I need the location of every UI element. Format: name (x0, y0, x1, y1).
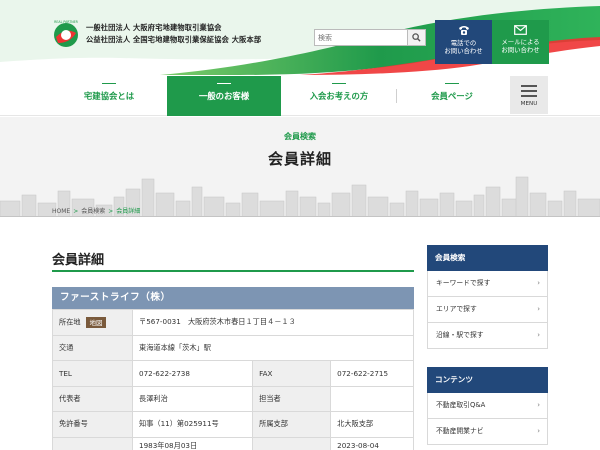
search-input[interactable] (315, 30, 407, 45)
address-label: 所在地 (59, 317, 81, 327)
date2-value: 2023-08-04 (330, 436, 414, 450)
sidebar-item-keyword[interactable]: キーワードで探す › (427, 271, 548, 297)
mail-contact-line1: メールによる (501, 38, 540, 46)
nav-item-member-page[interactable]: 会員ページ (397, 76, 507, 116)
license-value: 知事（11）第025911号 (131, 411, 254, 438)
table-row: 代表者 長澤利治 担当者 (52, 385, 414, 412)
contact-person-label: 担当者 (252, 385, 332, 412)
nav-tick-icon (217, 80, 231, 84)
breadcrumb: HOME > 会員検索 > 会員詳細 (52, 206, 140, 215)
table-cell-label: 所在地 地図 (52, 309, 133, 336)
mail-icon (514, 25, 527, 35)
org-name-line1: 一般社団法人 大阪府宅地建物取引業協会 (86, 23, 222, 32)
table-row: 所在地 地図 〒567-0031 大阪府茨木市春日１丁目４－１３ (52, 309, 414, 336)
branch-value: 北大阪支部 (330, 411, 414, 438)
map-button[interactable]: 地図 (85, 316, 107, 328)
menu-button[interactable]: MENU (510, 76, 548, 114)
table-row: 交通 東海道本線「茨木」駅 (52, 334, 414, 361)
page-title: 会員詳細 (267, 150, 332, 168)
company-name: ファーストライフ（株） (52, 287, 414, 309)
page-hero: 会員検索 会員詳細 (0, 117, 600, 217)
chevron-right-icon: › (537, 401, 540, 409)
hero-subtitle: 会員検索 (284, 132, 316, 141)
sidebar-item-label: 不動産開業ナビ (436, 427, 484, 435)
date-label (52, 436, 133, 450)
date-value: 1983年08月03日 (131, 436, 254, 450)
org-name-line2: 公益社団法人 全国宅地建物取引業保証協会 大阪本部 (86, 35, 262, 44)
phone-contact-line1: 電話での (450, 39, 477, 47)
association-logo: REAL PARTNER (54, 20, 79, 47)
logo-text: REAL PARTNER (54, 20, 78, 24)
phone-icon (458, 26, 469, 35)
sidebar-item-label: 沿線・駅で探す (436, 331, 484, 339)
sidebar-item-qa[interactable]: 不動産取引Q&A › (427, 393, 548, 419)
representative-value: 長澤利治 (131, 385, 254, 412)
nav-tick-icon (332, 80, 346, 84)
access-value: 東海道本線「茨木」駅 (132, 334, 414, 361)
sidebar-item-label: 不動産取引Q&A (436, 401, 486, 409)
breadcrumb-home[interactable]: HOME (52, 208, 70, 215)
hamburger-bar (521, 89, 537, 92)
breadcrumb-member-search[interactable]: 会員検索 (81, 208, 105, 215)
nav-item-label: 一般のお客様 (198, 91, 250, 101)
sidebar-item-business-navi[interactable]: 不動産開業ナビ › (427, 419, 548, 445)
breadcrumb-separator: > (73, 208, 79, 215)
site-header: REAL PARTNER 一般社団法人 大阪府宅地建物取引業協会 公益社団法人 … (0, 0, 600, 75)
contact-person-value (330, 385, 414, 412)
phone-contact-button[interactable]: 電話での お問い合わせ (435, 20, 492, 64)
member-detail-table: 所在地 地図 〒567-0031 大阪府茨木市春日１丁目４－１３ 交通 東海道本線… (52, 309, 414, 450)
sidebar-item-label: キーワードで探す (436, 279, 491, 287)
sidebar-member-search-heading: 会員検索 (427, 245, 548, 271)
mail-contact-button[interactable]: メールによる お問い合わせ (492, 20, 549, 64)
table-row: 免許番号 知事（11）第025911号 所属支部 北大阪支部 (52, 411, 414, 438)
license-label: 免許番号 (52, 411, 133, 438)
nav-item-general-customers[interactable]: 一般のお客様 (167, 76, 281, 116)
chevron-right-icon: › (537, 427, 540, 435)
nav-item-about[interactable]: 宅建協会とは (52, 76, 166, 116)
nav-item-label: 入会お考えの方 (309, 91, 369, 101)
access-label: 交通 (52, 334, 133, 361)
nav-item-label: 宅建協会とは (83, 91, 135, 101)
nav-tick-icon (445, 80, 459, 84)
breadcrumb-separator: > (108, 208, 114, 215)
chevron-right-icon: › (537, 305, 540, 313)
table-row: 1983年08月03日 2023-08-04 (52, 436, 414, 450)
chevron-right-icon: › (537, 331, 540, 339)
mail-contact-line2: お問い合わせ (501, 46, 540, 54)
address-value: 〒567-0031 大阪府茨木市春日１丁目４－１３ (132, 309, 414, 336)
table-row: TEL 072-622-2738 FAX 072-622-2715 (52, 360, 414, 387)
fax-value: 072-622-2715 (330, 360, 414, 387)
nav-item-membership[interactable]: 入会お考えの方 (282, 76, 396, 116)
section-title-underline (52, 270, 414, 272)
hamburger-icon (521, 84, 537, 87)
sidebar-contents-heading: コンテンツ (427, 367, 548, 393)
section-title: 会員詳細 (52, 253, 105, 268)
sidebar-item-area[interactable]: エリアで探す › (427, 297, 548, 323)
chevron-right-icon: › (537, 279, 540, 287)
tel-value: 072-622-2738 (131, 360, 254, 387)
sidebar-item-label: エリアで探す (436, 305, 477, 313)
hamburger-bar (521, 94, 537, 97)
phone-contact-line2: お問い合わせ (444, 47, 483, 55)
menu-label: MENU (520, 101, 538, 107)
representative-label: 代表者 (52, 385, 133, 412)
breadcrumb-current: 会員詳細 (116, 208, 141, 215)
search-button[interactable] (407, 30, 425, 45)
site-search (314, 29, 426, 46)
branch-label: 所属支部 (252, 411, 332, 438)
search-icon (412, 33, 421, 42)
date2-label (252, 436, 332, 450)
nav-item-label: 会員ページ (431, 91, 473, 101)
nav-tick-icon (102, 80, 116, 84)
fax-label: FAX (252, 360, 332, 387)
sidebar-item-railway[interactable]: 沿線・駅で探す › (427, 323, 548, 349)
organization-names: 一般社団法人 大阪府宅地建物取引業協会 公益社団法人 全国宅地建物取引業保証協会… (86, 22, 261, 46)
tel-label: TEL (52, 360, 133, 387)
